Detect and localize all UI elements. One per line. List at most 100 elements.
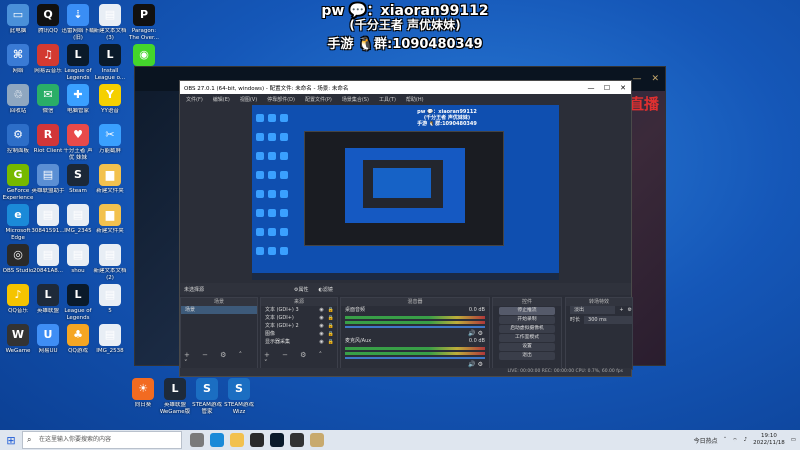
filters-button[interactable]: ◐滤镜 bbox=[319, 286, 333, 293]
taskbar-search[interactable]: ⌕ 在这里输入你要搜索的内容 bbox=[22, 431, 182, 449]
wegame-taskbar-icon[interactable] bbox=[290, 433, 304, 447]
desktop-icon[interactable]: ♣ QQ游戏 bbox=[61, 324, 95, 355]
desktop-icon[interactable]: S STEAM游戏管家 bbox=[190, 378, 224, 415]
obs-menu-item[interactable]: 视图(V) bbox=[240, 96, 257, 103]
desktop-icon[interactable]: ▆ 新建文件夹 bbox=[93, 164, 127, 195]
desktop-icon[interactable]: ▤ 新建文本文档 (3) bbox=[93, 4, 127, 41]
control-button[interactable]: 启动虚拟摄像机 bbox=[499, 325, 555, 333]
notification-icon[interactable]: ▭ bbox=[791, 437, 796, 443]
desktop-icon[interactable]: G GeForce Experience bbox=[1, 164, 35, 201]
visibility-eye-icon[interactable]: ◉ bbox=[319, 330, 323, 338]
desktop-icon[interactable]: L Install League o... bbox=[93, 44, 127, 81]
source-item[interactable]: 文本 (GDI+) ◉ 🔒 bbox=[261, 314, 337, 322]
desktop-icon[interactable]: ⌘ 网络 bbox=[1, 44, 35, 75]
desktop-icon[interactable]: ▤ 5 bbox=[93, 284, 127, 315]
obs-window[interactable]: OBS 27.0.1 (64-bit, windows) - 配置文件: 未命名… bbox=[179, 80, 633, 377]
lock-icon[interactable]: 🔒 bbox=[328, 322, 334, 330]
desktop-icon[interactable]: ▤ 新建文本文档 (2) bbox=[93, 244, 127, 281]
volume-slider[interactable] bbox=[345, 357, 485, 359]
obs-menu-item[interactable]: 停靠部件(D) bbox=[267, 96, 295, 103]
desktop-icon[interactable]: S Steam bbox=[61, 164, 95, 195]
windows-start-icon[interactable]: ⊞ bbox=[0, 430, 22, 450]
desktop-icon[interactable]: ▤ IMG_2345 bbox=[61, 204, 95, 235]
desktop-icon[interactable]: ▤ 30841591... bbox=[31, 204, 65, 235]
mixer-controls[interactable]: 🔊 ⚙ bbox=[341, 361, 489, 368]
obs-menu-item[interactable]: 帮助(H) bbox=[406, 96, 424, 103]
desktop-icon[interactable]: L League of Legends bbox=[61, 44, 95, 81]
lock-icon[interactable]: 🔒 bbox=[328, 306, 334, 314]
file-explorer-icon[interactable] bbox=[230, 433, 244, 447]
visibility-eye-icon[interactable]: ◉ bbox=[319, 338, 323, 346]
obs-preview[interactable]: pw 💬：xiaoran99112 (千分王者 声优妹妹) 手游 🐧群:1090… bbox=[252, 105, 559, 280]
obs-titlebar[interactable]: OBS 27.0.1 (64-bit, windows) - 配置文件: 未命名… bbox=[180, 81, 631, 94]
desktop-icon[interactable]: ▆ 新建文件夹 bbox=[93, 204, 127, 235]
desktop-icon[interactable]: L 英雄联盟 bbox=[31, 284, 65, 315]
tray-chevron-icon[interactable]: ˄ bbox=[724, 437, 727, 443]
desktop-icon[interactable]: ✉ 微信 bbox=[31, 84, 65, 115]
obs-menu-item[interactable]: 编辑(E) bbox=[213, 96, 230, 103]
control-button[interactable]: 停止推流 bbox=[499, 307, 555, 315]
desktop-icon[interactable]: ♫ 网易云音乐 bbox=[31, 44, 65, 75]
desktop-icon[interactable]: W WeGame bbox=[1, 324, 35, 355]
desktop-icon[interactable]: ▤ shou bbox=[61, 244, 95, 275]
desktop-icon[interactable]: e Microsoft Edge bbox=[1, 204, 35, 241]
desktop-icon[interactable]: L League of Legends bbox=[61, 284, 95, 321]
league-client-taskbar-icon[interactable] bbox=[310, 433, 324, 447]
source-item[interactable]: 文本 (GDI+) 3 ◉ 🔒 bbox=[261, 306, 337, 314]
lock-icon[interactable]: 🔒 bbox=[328, 338, 334, 346]
desktop-icon[interactable]: ✂ 万能截屏 bbox=[93, 124, 127, 155]
edge-icon[interactable] bbox=[210, 433, 224, 447]
source-item[interactable]: 显示器采集 ◉ 🔒 bbox=[261, 338, 337, 346]
transition-select[interactable]: 淡出 bbox=[570, 306, 616, 314]
scenes-dock-controls[interactable]: + − ⚙ ˄ ˅ bbox=[184, 351, 257, 367]
obs-menu-item[interactable]: 配置文件(P) bbox=[305, 96, 332, 103]
desktop-icon[interactable]: ▤ IMG_2538 bbox=[93, 324, 127, 355]
desktop-icon[interactable]: S STEAM游戏 Wizz bbox=[222, 378, 256, 415]
desktop-icon[interactable]: Y YY语音 bbox=[93, 84, 127, 115]
desktop-icon[interactable]: ▤ 英雄联盟助手 bbox=[31, 164, 65, 195]
desktop-icon[interactable]: ⇣ 迅雷网络下载(旧) bbox=[61, 4, 95, 41]
transition-settings-icon[interactable]: ⚙ bbox=[628, 306, 632, 314]
source-item[interactable]: 文本 (GDI+) 2 ◉ 🔒 bbox=[261, 322, 337, 330]
obs-menu-item[interactable]: 场景集合(S) bbox=[342, 96, 369, 103]
duration-input[interactable]: 300 ms bbox=[584, 316, 632, 324]
desktop-icon[interactable]: ☀ 向日葵 bbox=[126, 378, 160, 409]
desktop-icon[interactable]: ✚ 电脑管家 bbox=[61, 84, 95, 115]
league-taskbar-icon[interactable] bbox=[270, 433, 284, 447]
close-icon[interactable]: ✕ bbox=[615, 84, 631, 92]
volume-icon[interactable]: ♪ bbox=[744, 437, 748, 443]
visibility-eye-icon[interactable]: ◉ bbox=[319, 314, 323, 322]
scene-item[interactable]: 场景 bbox=[181, 306, 257, 314]
network-icon[interactable]: ⌔ bbox=[732, 437, 737, 444]
desktop-icon[interactable]: Q 腾讯QQ bbox=[31, 4, 65, 35]
desktop-icon[interactable]: ◎ OBS Studio bbox=[1, 244, 35, 275]
obs-menu-item[interactable]: 工具(T) bbox=[379, 96, 396, 103]
maximize-icon[interactable]: ☐ bbox=[599, 84, 615, 92]
desktop-icon[interactable]: U 网易UU bbox=[31, 324, 65, 355]
control-button[interactable]: 退出 bbox=[499, 352, 555, 360]
desktop-icon[interactable]: L 英雄联盟 WeGame版 bbox=[158, 378, 192, 415]
desktop-icon[interactable]: P Paragon: The Over... bbox=[127, 4, 161, 41]
lock-icon[interactable]: 🔒 bbox=[328, 314, 334, 322]
sources-dock-controls[interactable]: + − ⚙ ˄ ˅ bbox=[264, 351, 337, 367]
minimize-icon[interactable]: — bbox=[583, 84, 599, 92]
obs-menu-item[interactable]: 文件(F) bbox=[186, 96, 203, 103]
visibility-eye-icon[interactable]: ◉ bbox=[319, 322, 323, 330]
control-button[interactable]: 设置 bbox=[499, 343, 555, 351]
clock[interactable]: 19:10 2022/11/18 bbox=[753, 433, 785, 447]
source-item[interactable]: 图像 ◉ 🔒 bbox=[261, 330, 337, 338]
desktop-icon[interactable]: ⚙ 控制面板 bbox=[1, 124, 35, 155]
desktop-icon[interactable]: ♥ 千分王者 声优 妹妹 bbox=[61, 124, 95, 161]
volume-slider[interactable] bbox=[345, 326, 485, 328]
visibility-eye-icon[interactable]: ◉ bbox=[319, 306, 323, 314]
task-view-icon[interactable] bbox=[190, 433, 204, 447]
minimize-icon[interactable]: — bbox=[632, 74, 641, 84]
lock-icon[interactable]: 🔒 bbox=[328, 330, 334, 338]
desktop-icon[interactable]: ▭ 此电脑 bbox=[1, 4, 35, 35]
desktop-icon[interactable]: ♲ 回收站 bbox=[1, 84, 35, 115]
hot-news[interactable]: 今日热点 bbox=[694, 436, 718, 445]
properties-button[interactable]: ⚙属性 bbox=[294, 286, 308, 293]
mixer-controls[interactable]: 🔊 ⚙ bbox=[341, 330, 489, 337]
desktop-icon[interactable]: ♪ QQ音乐 bbox=[1, 284, 35, 315]
add-transition-button[interactable]: + bbox=[619, 306, 623, 314]
